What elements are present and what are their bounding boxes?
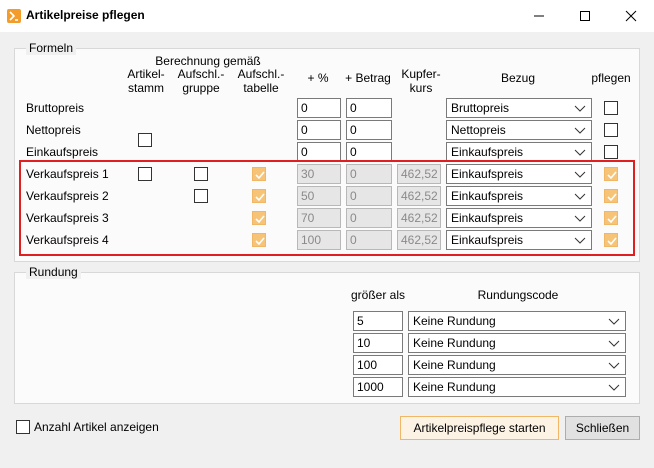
pflegen-checkbox-nettopreis[interactable] bbox=[604, 123, 618, 137]
rundungscode-value: Keine Rundung bbox=[413, 358, 496, 372]
close-button[interactable] bbox=[608, 0, 654, 32]
pflegen-checkbox-bruttopreis[interactable] bbox=[604, 101, 618, 115]
betrag-input-nettopreis[interactable]: 0 bbox=[346, 120, 392, 140]
col-kupferkurs-line2: kurs bbox=[409, 81, 433, 95]
close-icon bbox=[625, 10, 637, 22]
chevron-down-icon bbox=[608, 384, 620, 391]
row-label-nettopreis: Nettopreis bbox=[26, 123, 81, 137]
groesser-input-2[interactable]: 10 bbox=[353, 333, 403, 353]
verkaufspreis-highlight-frame bbox=[19, 160, 635, 256]
col-aufschl-gruppe-line2: gruppe bbox=[182, 81, 220, 95]
artikelstamm-checkbox-nettopreis[interactable] bbox=[138, 133, 152, 147]
col-kupferkurs: Kupfer- kurs bbox=[396, 67, 446, 95]
start-button[interactable]: Artikelpreispflege starten bbox=[400, 416, 559, 440]
groesser-input-4[interactable]: 1000 bbox=[353, 377, 403, 397]
close-dialog-button[interactable]: Schließen bbox=[565, 416, 640, 440]
anzahl-artikel-label[interactable]: Anzahl Artikel anzeigen bbox=[34, 420, 159, 434]
minimize-button[interactable] bbox=[516, 0, 562, 32]
col-aufschl-gruppe: Aufschl.- gruppe bbox=[172, 67, 230, 95]
row-label-bruttopreis: Bruttopreis bbox=[26, 101, 85, 115]
title-bar: Artikelpreise pflegen bbox=[0, 0, 654, 32]
chevron-down-icon bbox=[608, 318, 620, 325]
bezug-select-einkaufspreis[interactable]: Einkaufspreis bbox=[446, 142, 592, 162]
window-title: Artikelpreise pflegen bbox=[26, 8, 145, 22]
prozent-input-nettopreis[interactable]: 0 bbox=[297, 120, 341, 140]
chevron-down-icon bbox=[574, 105, 586, 112]
chevron-down-icon bbox=[574, 149, 586, 156]
col-aufschl-tabelle-line1: Aufschl.- bbox=[237, 67, 285, 81]
col-pflegen: pflegen bbox=[591, 71, 631, 85]
bezug-select-nettopreis[interactable]: Nettopreis bbox=[446, 120, 592, 140]
rundungscode-value: Keine Rundung bbox=[413, 314, 496, 328]
app-icon bbox=[7, 9, 21, 23]
anzahl-artikel-checkbox[interactable] bbox=[16, 420, 30, 434]
col-aufschl-tabelle: Aufschl.- tabelle bbox=[232, 67, 290, 95]
rundungscode-value: Keine Rundung bbox=[413, 380, 496, 394]
maximize-icon bbox=[580, 11, 590, 21]
bezug-select-value: Einkaufspreis bbox=[451, 145, 524, 159]
berechnung-header: Berechnung gemäß bbox=[155, 54, 261, 68]
rundungscode-select-1[interactable]: Keine Rundung bbox=[408, 311, 626, 331]
prozent-input-bruttopreis[interactable]: 0 bbox=[297, 98, 341, 118]
groesser-input-1[interactable]: 5 bbox=[353, 311, 403, 331]
col-groesser-als: größer als bbox=[350, 288, 406, 302]
rundungscode-select-3[interactable]: Keine Rundung bbox=[408, 355, 626, 375]
bezug-select-value: Nettopreis bbox=[451, 123, 506, 137]
col-aufschl-tabelle-line2: tabelle bbox=[243, 81, 279, 95]
prozent-input-einkaufspreis[interactable]: 0 bbox=[297, 142, 341, 162]
col-betrag: + Betrag bbox=[345, 71, 391, 85]
col-artikelstamm-line1: Artikel- bbox=[127, 67, 165, 81]
bezug-select-bruttopreis[interactable]: Bruttopreis bbox=[446, 98, 592, 118]
rundung-legend: Rundung bbox=[26, 265, 81, 279]
col-prozent: + % bbox=[307, 71, 329, 85]
col-artikelstamm: Artikel- stamm bbox=[118, 67, 174, 95]
chevron-down-icon bbox=[574, 127, 586, 134]
bezug-select-value: Bruttopreis bbox=[451, 101, 510, 115]
betrag-input-bruttopreis[interactable]: 0 bbox=[346, 98, 392, 118]
groesser-input-3[interactable]: 100 bbox=[353, 355, 403, 375]
maximize-button[interactable] bbox=[562, 0, 608, 32]
col-rundungscode: Rundungscode bbox=[477, 288, 559, 302]
rundungscode-select-2[interactable]: Keine Rundung bbox=[408, 333, 626, 353]
rundungscode-value: Keine Rundung bbox=[413, 336, 496, 350]
chevron-down-icon bbox=[608, 362, 620, 369]
betrag-input-einkaufspreis[interactable]: 0 bbox=[346, 142, 392, 162]
rundungscode-select-4[interactable]: Keine Rundung bbox=[408, 377, 626, 397]
col-aufschl-gruppe-line1: Aufschl.- bbox=[177, 67, 225, 81]
pflegen-checkbox-einkaufspreis[interactable] bbox=[604, 145, 618, 159]
row-label-einkaufspreis: Einkaufspreis bbox=[26, 145, 99, 159]
col-bezug: Bezug bbox=[500, 71, 536, 85]
col-artikelstamm-line2: stamm bbox=[128, 81, 164, 95]
formeln-legend: Formeln bbox=[26, 41, 77, 55]
chevron-down-icon bbox=[608, 340, 620, 347]
col-kupferkurs-line1: Kupfer- bbox=[401, 67, 441, 81]
minimize-icon bbox=[534, 15, 544, 17]
